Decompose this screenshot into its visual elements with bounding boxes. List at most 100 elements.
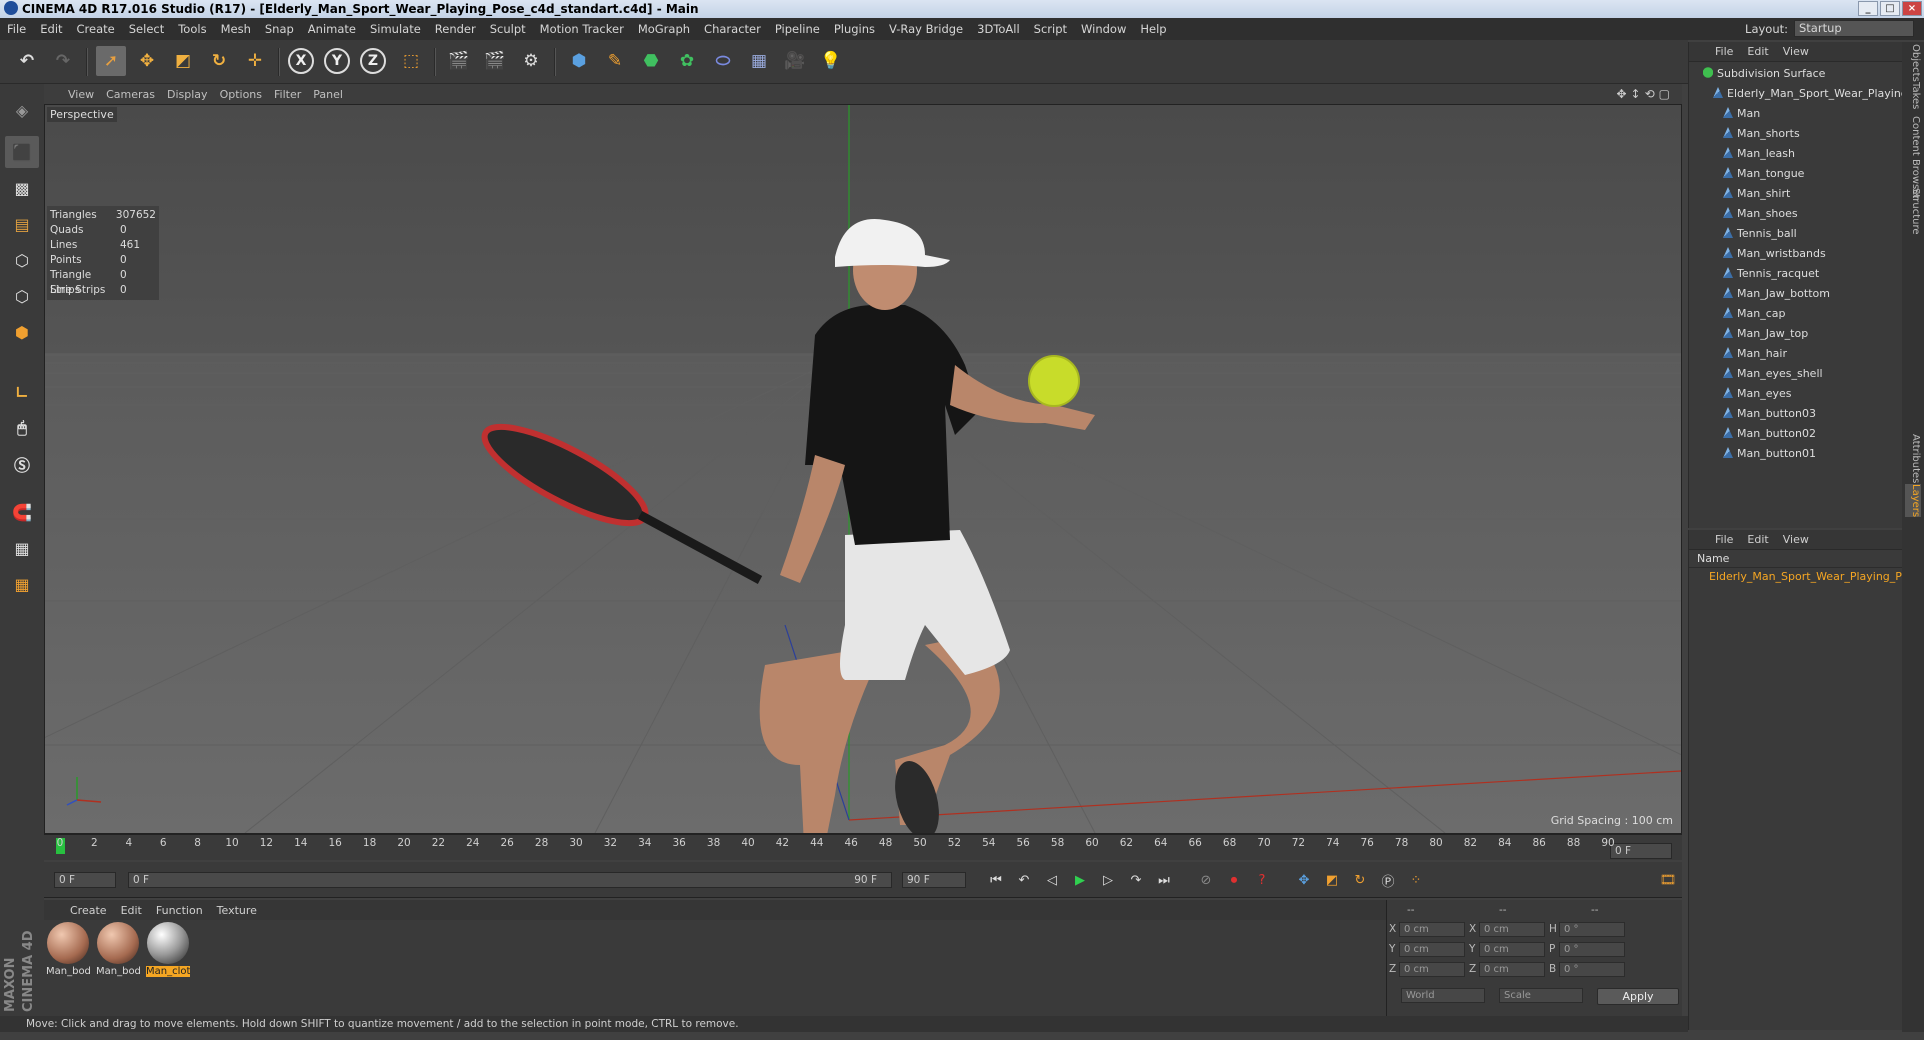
object-tree-item[interactable]: Man_eyes_shell xyxy=(1689,364,1902,384)
camera-icon[interactable]: 🎥 xyxy=(780,46,810,76)
record-keys-icon[interactable]: ⊘ xyxy=(1194,868,1218,892)
layer-menu-file[interactable]: File xyxy=(1715,533,1733,546)
coord-size-field[interactable]: 0 cm xyxy=(1479,922,1545,937)
maximize-button[interactable]: □ xyxy=(1880,1,1900,16)
axis-mode-icon[interactable]: ∟ xyxy=(5,376,39,408)
solo-mode-icon[interactable]: Ⓢ xyxy=(5,448,39,480)
object-tree-item[interactable]: Man_cap xyxy=(1689,304,1902,324)
menu-item-sculpt[interactable]: Sculpt xyxy=(483,22,533,36)
coord-size-field[interactable]: 0 cm xyxy=(1479,962,1545,977)
camera-label[interactable]: Perspective xyxy=(47,107,117,122)
next-frame-icon[interactable]: ▷ xyxy=(1096,868,1120,892)
size-mode-dropdown[interactable]: Scale xyxy=(1499,988,1583,1003)
subdivision-generator-icon[interactable]: ⬣ xyxy=(636,46,666,76)
object-tree-item[interactable]: Man_button03 xyxy=(1689,404,1902,424)
side-tab-attributes[interactable]: Attributes xyxy=(1905,434,1921,483)
next-key-icon[interactable]: ↷ xyxy=(1124,868,1148,892)
object-tree-item[interactable]: Man_tongue xyxy=(1689,164,1902,184)
timeline-ruler[interactable]: 0 F 0 2 4 6 8 10 12 14 16 18 20 22 24 26 28 30 32 34 36 38 4… xyxy=(44,834,1682,860)
rotation-track-icon[interactable]: ↻ xyxy=(1348,868,1372,892)
layer-item[interactable]: Elderly_Man_Sport_Wear_Playing_P xyxy=(1689,568,1902,586)
coord-pos-field[interactable]: 0 cm xyxy=(1399,922,1465,937)
workplane-mode-icon[interactable]: ▤ xyxy=(5,208,39,240)
undo-icon[interactable]: ↶ xyxy=(12,46,42,76)
texture-mode-icon[interactable]: ▩ xyxy=(5,172,39,204)
object-tree-item[interactable]: Tennis_ball xyxy=(1689,224,1902,244)
cube-primitive-icon[interactable]: ⬢ xyxy=(564,46,594,76)
menu-item-pipeline[interactable]: Pipeline xyxy=(768,22,827,36)
go-to-start-icon[interactable]: ⏮ xyxy=(984,868,1008,892)
side-tab-takes[interactable]: Takes xyxy=(1905,82,1921,109)
light-icon[interactable]: 💡 xyxy=(816,46,846,76)
viewport-menu-view[interactable]: View xyxy=(68,88,106,101)
y-axis-lock-icon[interactable]: Y xyxy=(324,48,350,74)
menu-item-motion-tracker[interactable]: Motion Tracker xyxy=(533,22,631,36)
menu-item-tools[interactable]: Tools xyxy=(171,22,213,36)
menu-item-window[interactable]: Window xyxy=(1074,22,1133,36)
viewport-menu-cameras[interactable]: Cameras xyxy=(106,88,167,101)
menu-item-create[interactable]: Create xyxy=(70,22,122,36)
object-tree-item[interactable]: Man_eyes xyxy=(1689,384,1902,404)
menu-item-animate[interactable]: Animate xyxy=(301,22,363,36)
layer-menu-view[interactable]: View xyxy=(1783,533,1809,546)
viewport-nav-icons[interactable]: ✥↕⟲▢ xyxy=(1616,87,1674,101)
menu-item-script[interactable]: Script xyxy=(1027,22,1074,36)
workplane-lock-icon[interactable]: ▦ xyxy=(5,532,39,564)
render-settings-icon[interactable]: ⚙ xyxy=(516,46,546,76)
coord-pos-field[interactable]: 0 cm xyxy=(1399,942,1465,957)
make-editable-icon[interactable]: ◈ xyxy=(5,94,39,126)
end-frame-field[interactable]: 90 F xyxy=(902,872,966,888)
point-level-animation-icon[interactable]: ⁘ xyxy=(1404,868,1428,892)
object-menu-file[interactable]: File xyxy=(1715,45,1733,58)
render-view-icon[interactable]: 🎬 xyxy=(444,46,474,76)
position-track-icon[interactable]: ✥ xyxy=(1292,868,1316,892)
material-menu-function[interactable]: Function xyxy=(156,904,203,917)
frame-range-slider[interactable]: 0 F 90 F xyxy=(128,872,892,888)
rotate-tool-icon[interactable]: ↻ xyxy=(204,46,234,76)
scale-track-icon[interactable]: ◩ xyxy=(1320,868,1344,892)
planar-workplane-icon[interactable]: ▦ xyxy=(5,568,39,600)
object-tree-item[interactable]: Tennis_racquet xyxy=(1689,264,1902,284)
object-tree-item[interactable]: Man_shorts xyxy=(1689,124,1902,144)
viewport-menu-options[interactable]: Options xyxy=(220,88,274,101)
coord-rot-field[interactable]: 0 ° xyxy=(1559,962,1625,977)
object-tree-item[interactable]: Man_hair xyxy=(1689,344,1902,364)
previous-frame-icon[interactable]: ◁ xyxy=(1040,868,1064,892)
x-axis-lock-icon[interactable]: X xyxy=(288,48,314,74)
menu-item-v-ray-bridge[interactable]: V-Ray Bridge xyxy=(882,22,970,36)
object-tree-item[interactable]: Elderly_Man_Sport_Wear_Playing_ xyxy=(1689,84,1913,104)
object-menu-edit[interactable]: Edit xyxy=(1747,45,1768,58)
menu-item-snap[interactable]: Snap xyxy=(258,22,301,36)
material-swatch[interactable]: Man_bod xyxy=(46,922,90,977)
object-tree-item[interactable]: Man_Jaw_bottom xyxy=(1689,284,1902,304)
edges-mode-icon[interactable]: ⬡ xyxy=(5,280,39,312)
material-swatch[interactable]: Man_bod xyxy=(96,922,140,977)
side-tab-content-browser[interactable]: Content Browser xyxy=(1905,116,1921,199)
model-mode-icon[interactable]: ⬛ xyxy=(5,136,39,168)
scale-tool-icon[interactable]: ◩ xyxy=(168,46,198,76)
material-menu-create[interactable]: Create xyxy=(70,904,107,917)
viewport-menu-panel[interactable]: Panel xyxy=(313,88,355,101)
menu-item-simulate[interactable]: Simulate xyxy=(363,22,428,36)
viewport-menu-display[interactable]: Display xyxy=(167,88,220,101)
menu-item-render[interactable]: Render xyxy=(428,22,483,36)
material-swatch[interactable]: Man_clot xyxy=(146,922,190,977)
menu-item-file[interactable]: File xyxy=(0,22,33,36)
parameter-track-icon[interactable]: Ⓟ xyxy=(1376,868,1400,892)
tweak-mode-icon[interactable]: 🖱 xyxy=(5,412,39,444)
pen-spline-icon[interactable]: ✎ xyxy=(600,46,630,76)
viewport-menu-filter[interactable]: Filter xyxy=(274,88,313,101)
side-tab-structure[interactable]: Structure xyxy=(1905,188,1921,235)
object-tree-item[interactable]: Subdivision Surface xyxy=(1689,64,1902,84)
object-tree-item[interactable]: Man_leash xyxy=(1689,144,1902,164)
menu-item-mograph[interactable]: MoGraph xyxy=(631,22,697,36)
menu-item-mesh[interactable]: Mesh xyxy=(214,22,258,36)
object-tree-item[interactable]: Man xyxy=(1689,104,1902,124)
polygons-mode-icon[interactable]: ⬢ xyxy=(5,316,39,348)
layout-dropdown[interactable]: Startup xyxy=(1794,20,1914,37)
close-button[interactable]: × xyxy=(1902,1,1922,16)
live-selection-icon[interactable]: ➚ xyxy=(96,46,126,76)
menu-item-3dtoall[interactable]: 3DToAll xyxy=(970,22,1027,36)
coordinate-mode-dropdown[interactable]: World xyxy=(1401,988,1485,1003)
keyframe-selection-icon[interactable]: ? xyxy=(1250,868,1274,892)
